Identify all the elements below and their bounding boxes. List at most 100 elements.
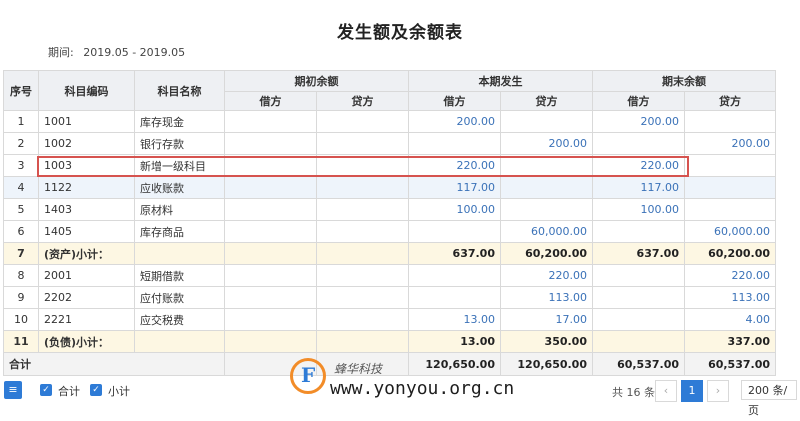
cell-seq: 3: [3, 154, 39, 177]
col-code: 科目编码: [38, 70, 135, 111]
cell-name: 库存现金: [134, 110, 225, 133]
cell-code: 2202: [38, 286, 135, 309]
cell-opening-debit: [224, 132, 317, 155]
cell-closing-credit: [684, 154, 776, 177]
table-row[interactable]: 1 1001 库存现金 200.00 200.00: [3, 110, 776, 133]
balance-table-container: 序号 科目编码 科目名称 期初余额 本期发生 期末余额 借方 贷方 借方 贷方 …: [3, 70, 776, 376]
watermark: F 蜂华科技 www.yonyou.org.cn: [290, 350, 520, 410]
total-checkbox[interactable]: ✓: [40, 384, 52, 396]
cell-opening-debit: [224, 220, 317, 243]
total-closing-debit: 60,537.00: [592, 352, 685, 376]
col-closing-debit: 借方: [592, 91, 685, 111]
col-opening: 期初余额: [224, 70, 409, 92]
cell-opening-debit: [224, 154, 317, 177]
period-label: 期间:: [48, 46, 74, 59]
total-checkbox-label: 合计: [58, 385, 80, 398]
cell-current-debit: 200.00: [408, 110, 501, 133]
cell-name: 应收账款: [134, 176, 225, 199]
cell-name: [134, 242, 225, 265]
cell-seq: 2: [3, 132, 39, 155]
cell-current-debit: [408, 286, 501, 309]
cell-current-debit: [408, 220, 501, 243]
record-count: 共 16 条: [612, 386, 655, 399]
col-closing-credit: 贷方: [684, 91, 776, 111]
cell-name: 库存商品: [134, 220, 225, 243]
col-current: 本期发生: [408, 70, 593, 92]
cell-current-credit: 60,000.00: [500, 220, 593, 243]
period-value: 2019.05 - 2019.05: [83, 46, 186, 59]
subtotal-row[interactable]: 7 (资产)小计： 637.00 60,200.00 637.00 60,200.00: [3, 242, 776, 265]
cell-current-debit: [408, 132, 501, 155]
cell-closing-credit: 220.00: [684, 264, 776, 287]
cell-name: 银行存款: [134, 132, 225, 155]
table-row[interactable]: 8 2001 短期借款 220.00 220.00: [3, 264, 776, 287]
cell-name: 应交税费: [134, 308, 225, 331]
col-closing: 期末余额: [592, 70, 776, 92]
cell-current-credit: 60,200.00: [500, 242, 593, 265]
cell-current-credit: 200.00: [500, 132, 593, 155]
cell-current-debit: 117.00: [408, 176, 501, 199]
prev-page-button[interactable]: ‹: [655, 380, 677, 402]
cell-opening-credit: [316, 286, 409, 309]
cell-closing-credit: 60,000.00: [684, 220, 776, 243]
cell-closing-debit: [592, 286, 685, 309]
table-row[interactable]: 10 2221 应交税费 13.00 17.00 4.00: [3, 308, 776, 331]
cell-current-credit: [500, 154, 593, 177]
page-size-select[interactable]: 200 条/页: [741, 380, 797, 417]
cell-closing-debit: 637.00: [592, 242, 685, 265]
cell-opening-debit: [224, 264, 317, 287]
column-menu-icon[interactable]: ≡: [4, 381, 22, 399]
cell-closing-debit: 220.00: [592, 154, 685, 177]
col-name: 科目名称: [134, 70, 225, 111]
cell-code: 1001: [38, 110, 135, 133]
cell-closing-credit: [684, 110, 776, 133]
brand-logo-icon: F: [290, 358, 326, 394]
cell-code: 2221: [38, 308, 135, 331]
col-seq: 序号: [3, 70, 39, 111]
cell-current-debit: 13.00: [408, 308, 501, 331]
cell-closing-credit: 337.00: [684, 330, 776, 353]
cell-closing-debit: 100.00: [592, 198, 685, 221]
cell-seq: 4: [3, 176, 39, 199]
cell-opening-credit: [316, 220, 409, 243]
cell-current-credit: 220.00: [500, 264, 593, 287]
table-row[interactable]: 2 1002 银行存款 200.00 200.00: [3, 132, 776, 155]
cell-closing-debit: [592, 132, 685, 155]
cell-code: (资产)小计：: [38, 242, 135, 265]
cell-opening-debit: [224, 110, 317, 133]
subtotal-checkbox[interactable]: ✓: [90, 384, 102, 396]
cell-seq: 1: [3, 110, 39, 133]
col-opening-debit: 借方: [224, 91, 317, 111]
table-row[interactable]: 3 1003 新增一级科目 220.00 220.00: [3, 154, 776, 177]
period-info: 期间: 2019.05 - 2019.05: [48, 44, 185, 60]
cell-current-debit: 100.00: [408, 198, 501, 221]
table-row[interactable]: 6 1405 库存商品 60,000.00 60,000.00: [3, 220, 776, 243]
col-opening-credit: 贷方: [316, 91, 409, 111]
table-row[interactable]: 9 2202 应付账款 113.00 113.00: [3, 286, 776, 309]
page-1-button[interactable]: 1: [681, 380, 703, 402]
cell-closing-debit: [592, 308, 685, 331]
cell-seq: 5: [3, 198, 39, 221]
cell-name: 短期借款: [134, 264, 225, 287]
cell-closing-credit: [684, 176, 776, 199]
cell-opening-credit: [316, 308, 409, 331]
cell-opening-credit: [316, 154, 409, 177]
table-row[interactable]: 4 1122 应收账款 117.00 117.00: [3, 176, 776, 199]
cell-current-credit: [500, 110, 593, 133]
cell-seq: 11: [3, 330, 39, 353]
watermark-brand: 蜂华科技: [334, 362, 383, 376]
cell-current-credit: 17.00: [500, 308, 593, 331]
next-page-button[interactable]: ›: [707, 380, 729, 402]
cell-code: 1122: [38, 176, 135, 199]
cell-name: [134, 330, 225, 353]
cell-closing-debit: [592, 264, 685, 287]
cell-opening-debit: [224, 286, 317, 309]
cell-opening-debit: [224, 198, 317, 221]
table-row[interactable]: 5 1403 原材料 100.00 100.00: [3, 198, 776, 221]
cell-opening-debit: [224, 308, 317, 331]
cell-code: 1403: [38, 198, 135, 221]
cell-seq: 8: [3, 264, 39, 287]
cell-name: 应付账款: [134, 286, 225, 309]
cell-current-debit: [408, 264, 501, 287]
cell-seq: 9: [3, 286, 39, 309]
